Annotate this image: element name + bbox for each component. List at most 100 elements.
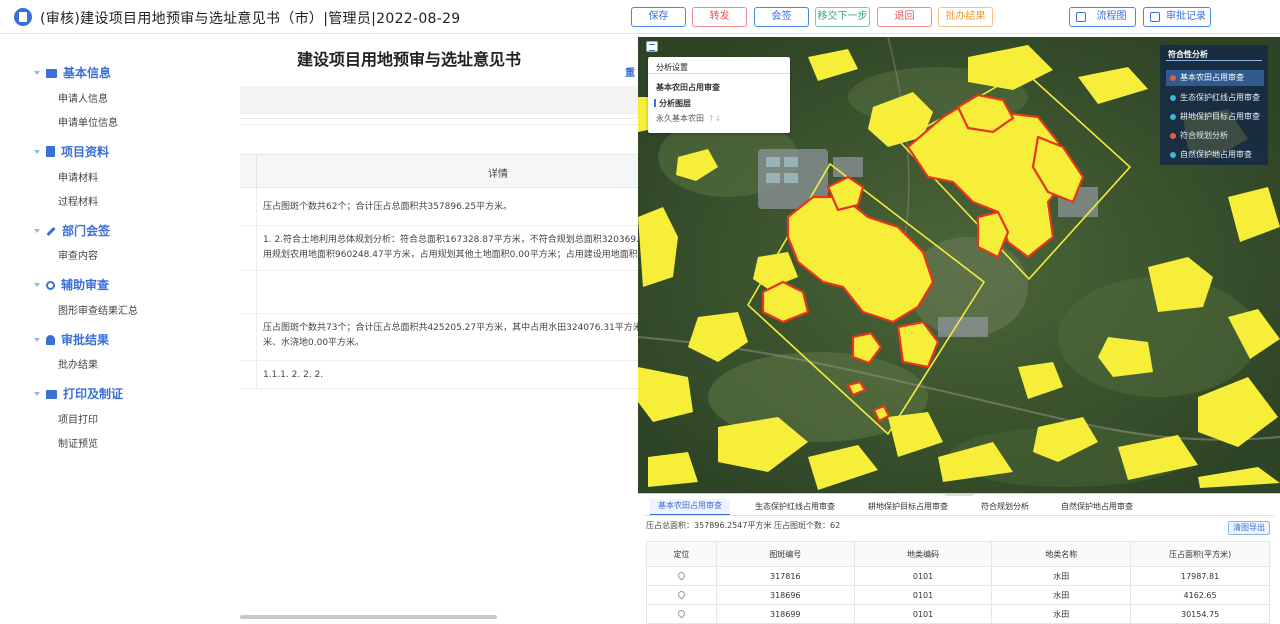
sidebar-section-project-materials[interactable]: 项目资料 xyxy=(34,143,109,161)
sidebar-section-countersign[interactable]: 部门会签 xyxy=(34,222,110,240)
locate-cell[interactable] xyxy=(646,585,717,605)
table-row: 1.1.1. 2. 2. 2. xyxy=(240,361,640,389)
file-icon xyxy=(46,146,55,157)
status-dot-icon xyxy=(1170,75,1176,81)
document-logo-icon xyxy=(14,8,32,26)
overlap-summary: 压占总面积：357896.2547平方米 压占图斑个数：62 xyxy=(646,521,841,530)
overlap-table: 定位 图斑编号 地类编码 地类名称 压占面积(平方米) 317816 0101 … xyxy=(646,541,1270,624)
document-form: 建设项目用地预审与选址意见书 重 详情 压占图斑个数共62个；合计压占总面积共3… xyxy=(240,34,640,624)
location-pin-icon[interactable] xyxy=(676,589,687,599)
compliance-item-farmland[interactable]: 基本农田占用审查 xyxy=(1166,70,1264,86)
form-band xyxy=(240,86,640,114)
approval-record-button[interactable]: 审批记录 xyxy=(1143,7,1211,27)
chevron-down-icon xyxy=(34,338,40,342)
analysis-item-farmland[interactable]: 基本农田占用审查 xyxy=(656,82,720,93)
compliance-analysis-title: 符合性分析 xyxy=(1168,50,1208,59)
printer-icon xyxy=(46,390,57,399)
compliance-analysis-panel: 符合性分析 基本农田占用审查 生态保护红线占用审查 耕地保护目标占用审查 符合规… xyxy=(1160,45,1268,165)
tab-farmland[interactable]: 基本农田占用审查 xyxy=(650,499,730,515)
table-row xyxy=(240,271,640,314)
horizontal-scrollbar[interactable] xyxy=(240,615,497,619)
app-header: (审核)建设项目用地预审与选址意见书（市）|管理员|2022-08-29 保存 … xyxy=(0,0,1280,34)
sidebar-section-approval-result[interactable]: 审批结果 xyxy=(34,331,109,349)
layer-toggle-icon[interactable] xyxy=(646,41,658,52)
sidebar-item-applicant-unit[interactable]: 申请单位信息 xyxy=(58,114,118,129)
analysis-layer-label: 分析图层 xyxy=(654,98,691,109)
column-header: 压占面积(平方米) xyxy=(1130,541,1270,567)
sidebar-section-assisted-review[interactable]: 辅助审查 xyxy=(34,276,109,294)
page-title: (审核)建设项目用地预审与选址意见书（市）|管理员|2022-08-29 xyxy=(40,11,461,27)
compliance-item-cultivated-land[interactable]: 耕地保护目标占用审查 xyxy=(1166,109,1264,125)
table-row: 压占图斑个数共73个；合计压占总面积共425205.27平方米，其中占用水田32… xyxy=(240,314,640,361)
divider xyxy=(240,124,640,125)
sidebar-section-print[interactable]: 打印及制证 xyxy=(34,385,123,403)
id-card-icon xyxy=(46,69,57,78)
chevron-down-icon xyxy=(34,150,40,154)
location-pin-icon[interactable] xyxy=(676,608,687,618)
sidebar-item-application-materials[interactable]: 申请材料 xyxy=(58,169,98,184)
table-header-row: 定位 图斑编号 地类编码 地类名称 压占面积(平方米) xyxy=(646,541,1270,567)
tab-nature-reserve[interactable]: 自然保护地占用审查 xyxy=(1061,501,1133,512)
table-row: 317816 0101 水田 17987.81 xyxy=(646,566,1270,586)
export-button[interactable]: 清图导出 xyxy=(1228,521,1270,535)
table-row: 318699 0101 水田 30154.75 xyxy=(646,604,1270,624)
sidebar-item-graphic-review-summary[interactable]: 图形审查结果汇总 xyxy=(58,302,138,317)
analysis-settings-panel: 分析设置 基本农田占用审查 分析图层 永久基本农田 ↑↓ xyxy=(648,57,790,133)
sidebar-item-review-content[interactable]: 审查内容 xyxy=(58,247,98,262)
locate-cell[interactable] xyxy=(646,604,717,624)
result-tabs: 基本农田占用审查 生态保护红线占用审查 耕地保护目标占用审查 符合规划分析 自然… xyxy=(644,498,1274,516)
tab-planning[interactable]: 符合规划分析 xyxy=(981,501,1029,512)
analysis-settings-title: 分析设置 xyxy=(656,63,688,72)
return-button[interactable]: 退回 xyxy=(877,7,932,27)
next-step-button[interactable]: 移交下一步 xyxy=(815,7,870,27)
table-row: 压占图斑个数共62个；合计压占总面积共357896.25平方米。 xyxy=(240,188,640,226)
sidebar-item-project-print[interactable]: 项目打印 xyxy=(58,411,98,426)
status-dot-icon xyxy=(1170,95,1176,101)
countersign-button[interactable]: 会签 xyxy=(754,7,809,27)
chevron-down-icon xyxy=(34,71,40,75)
table-row: 318696 0101 水田 4162.65 xyxy=(646,585,1270,605)
flowchart-button[interactable]: 流程图 xyxy=(1069,7,1136,27)
sidebar: 基本信息 申请人信息 申请单位信息 项目资料 申请材料 过程材料 部门会签 审查… xyxy=(0,34,240,624)
locate-cell[interactable] xyxy=(646,566,717,586)
table-row: 1. 2.符合土地利用总体规划分析：符合总面积167328.87平方米，不符合规… xyxy=(240,226,640,271)
column-header: 地类名称 xyxy=(991,541,1132,567)
column-header: 定位 xyxy=(646,541,717,567)
compliance-item-planning[interactable]: 符合规划分析 xyxy=(1166,128,1264,144)
sidebar-item-certificate-preview[interactable]: 制证预览 xyxy=(58,435,98,450)
analysis-layer-item[interactable]: 永久基本农田 ↑↓ xyxy=(656,113,721,124)
sort-arrows-icon[interactable]: ↑↓ xyxy=(708,114,721,123)
panel-resize-handle[interactable] xyxy=(944,494,974,496)
chevron-down-icon xyxy=(34,392,40,396)
table-header: 详情 xyxy=(240,154,640,188)
document-link[interactable]: 重 xyxy=(625,64,635,79)
flowchart-icon xyxy=(1076,12,1086,22)
compliance-item-ecological-redline[interactable]: 生态保护红线占用审查 xyxy=(1166,90,1264,106)
compliance-item-nature-reserve[interactable]: 自然保护地占用审查 xyxy=(1166,147,1264,163)
tab-cultivated-land[interactable]: 耕地保护目标占用审查 xyxy=(868,501,948,512)
status-dot-icon xyxy=(1170,133,1176,139)
pen-icon xyxy=(46,226,56,237)
result-table-panel: 基本农田占用审查 生态保护红线占用审查 耕地保护目标占用审查 符合规划分析 自然… xyxy=(638,493,1280,624)
document-title: 建设项目用地预审与选址意见书 xyxy=(297,50,522,69)
record-icon xyxy=(1150,12,1160,22)
chevron-down-icon xyxy=(34,283,40,287)
forward-button[interactable]: 转发 xyxy=(692,7,747,27)
save-button[interactable]: 保存 xyxy=(631,7,686,27)
divider xyxy=(240,118,640,119)
column-header-details: 详情 xyxy=(488,169,508,180)
user-icon xyxy=(46,335,55,345)
sidebar-section-basic-info[interactable]: 基本信息 xyxy=(34,64,111,82)
column-header: 图斑编号 xyxy=(715,541,855,567)
map-view[interactable]: 分析设置 基本农田占用审查 分析图层 永久基本农田 ↑↓ 符合性分析 基本农田占用… xyxy=(638,37,1280,493)
status-dot-icon xyxy=(1170,114,1176,120)
sidebar-item-applicant[interactable]: 申请人信息 xyxy=(58,90,108,105)
sidebar-item-process-materials[interactable]: 过程材料 xyxy=(58,193,98,208)
location-pin-icon[interactable] xyxy=(676,570,687,580)
chevron-down-icon xyxy=(34,229,40,233)
sidebar-item-result[interactable]: 批办结果 xyxy=(58,356,98,371)
search-icon xyxy=(46,281,55,290)
column-header: 地类编码 xyxy=(853,541,993,567)
tab-ecological-redline[interactable]: 生态保护红线占用审查 xyxy=(755,501,835,512)
result-button[interactable]: 批办结果 xyxy=(938,7,993,27)
